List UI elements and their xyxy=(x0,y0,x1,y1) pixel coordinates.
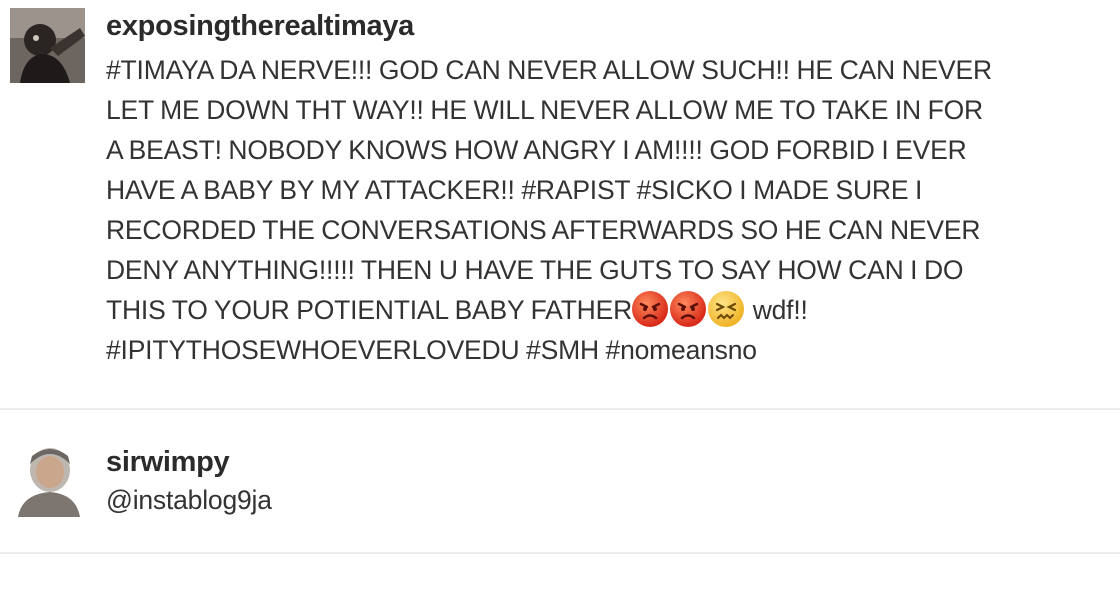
comment-text-line: A BEAST! NOBODY KNOWS HOW ANGRY I AM!!!!… xyxy=(106,135,967,165)
comment-item: sirwimpy @instablog9ja xyxy=(0,412,1120,554)
comment-text-segment: THIS TO YOUR POTIENTIAL BABY FATHER xyxy=(106,295,633,325)
comment-text-line: DENY ANYTHING!!!!! THEN U HAVE THE GUTS … xyxy=(106,255,964,285)
user-avatar[interactable] xyxy=(10,442,85,517)
hashtag-line[interactable]: #IPITYTHOSEWHOEVERLOVEDU #SMH #nomeansno xyxy=(106,330,1111,370)
comment-feed: exposingtherealtimaya #TIMAYA DA NERVE!!… xyxy=(0,0,1120,597)
comment-text-line: LET ME DOWN THT WAY!! HE WILL NEVER ALLO… xyxy=(106,95,983,125)
comment-text-segment: wdf!! xyxy=(752,295,808,325)
confounded-face-icon xyxy=(708,291,745,327)
comment-item: exposingtherealtimaya #TIMAYA DA NERVE!!… xyxy=(0,0,1120,410)
comment-text-line-with-emoji: THIS TO YOUR POTIENTIAL BABY FATHER wdf!… xyxy=(106,290,1111,330)
user-mention-link[interactable]: @instablog9ja xyxy=(106,480,1111,520)
avatar-photo-icon xyxy=(10,442,85,517)
comment-text: #TIMAYA DA NERVE!!! GOD CAN NEVER ALLOW … xyxy=(106,50,1111,370)
comment-text-line: #TIMAYA DA NERVE!!! GOD CAN NEVER ALLOW … xyxy=(106,55,992,85)
comment-text: @instablog9ja xyxy=(106,480,1111,520)
comment-username[interactable]: exposingtherealtimaya xyxy=(106,10,414,43)
avatar-photo-icon xyxy=(10,8,85,83)
angry-face-icon xyxy=(632,291,669,327)
comment-text-line: RECORDED THE CONVERSATIONS AFTERWARDS SO… xyxy=(106,215,981,245)
comment-text-line: HAVE A BABY BY MY ATTACKER!! #RAPIST #SI… xyxy=(106,175,923,205)
user-avatar[interactable] xyxy=(10,8,85,83)
comment-username[interactable]: sirwimpy xyxy=(106,446,230,479)
angry-face-icon xyxy=(670,291,707,327)
